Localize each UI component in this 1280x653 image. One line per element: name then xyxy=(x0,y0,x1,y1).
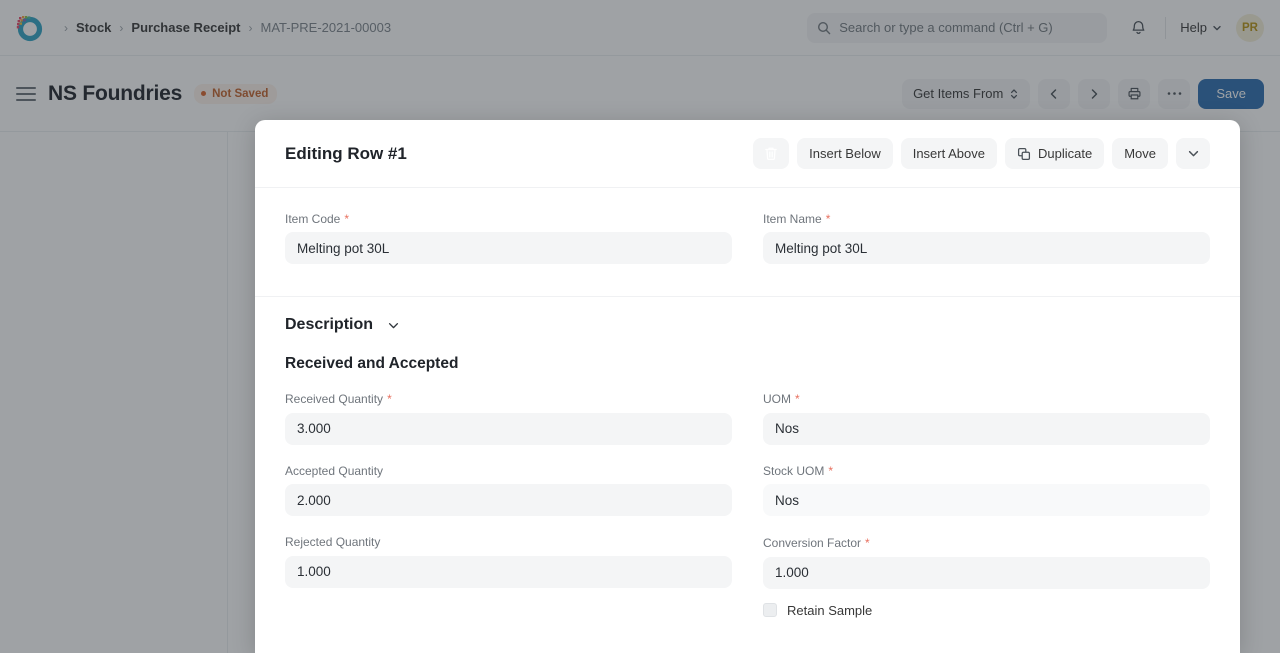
item-identity-row: Item Code * Melting pot 30L Item Name * … xyxy=(285,188,1210,265)
item-name-label-text: Item Name xyxy=(763,212,822,226)
required-asterisk: * xyxy=(828,463,834,478)
received-and-accepted-title: Received and Accepted xyxy=(285,355,459,373)
chevron-down-icon xyxy=(387,319,400,332)
modal-body: Item Code * Melting pot 30L Item Name * … xyxy=(255,188,1240,618)
duplicate-button[interactable]: Duplicate xyxy=(1005,138,1105,169)
received-quantity-label: Received Quantity * xyxy=(285,392,732,406)
duplicate-label: Duplicate xyxy=(1038,146,1093,161)
modal-title: Editing Row #1 xyxy=(285,143,407,163)
stock-uom-label: Stock UOM * xyxy=(763,464,1210,478)
received-quantity-field: Received Quantity * 3.000 xyxy=(285,392,732,445)
uom-label: UOM * xyxy=(763,392,1210,406)
retain-sample-row[interactable]: Retain Sample xyxy=(763,603,1210,618)
rejected-quantity-input[interactable]: 1.000 xyxy=(285,555,732,588)
accepted-quantity-label-text: Accepted Quantity xyxy=(285,463,384,478)
item-code-input[interactable]: Melting pot 30L xyxy=(285,232,732,265)
item-name-label: Item Name * xyxy=(763,212,1210,226)
conversion-factor-label: Conversion Factor * xyxy=(763,536,1210,550)
stock-uom-field: Stock UOM * Nos xyxy=(763,464,1210,517)
insert-below-button[interactable]: Insert Below xyxy=(797,138,893,169)
move-button[interactable]: Move xyxy=(1112,138,1168,169)
rejected-quantity-label: Rejected Quantity xyxy=(285,535,732,549)
item-code-field: Item Code * Melting pot 30L xyxy=(285,212,732,265)
insert-above-button[interactable]: Insert Above xyxy=(900,138,997,169)
item-name-field: Item Name * Melting pot 30L xyxy=(763,212,1210,265)
accepted-quantity-label: Accepted Quantity xyxy=(285,464,732,478)
conversion-factor-input[interactable]: 1.000 xyxy=(763,556,1210,589)
item-code-label: Item Code * xyxy=(285,212,732,226)
copy-icon xyxy=(1017,147,1031,161)
modal-header: Editing Row #1 Insert Below Insert Above xyxy=(255,120,1240,188)
stock-uom-label-text: Stock UOM xyxy=(763,463,825,478)
item-name-input[interactable]: Melting pot 30L xyxy=(763,232,1210,265)
conversion-factor-label-text: Conversion Factor xyxy=(763,536,862,551)
conversion-factor-field: Conversion Factor * 1.000 Retain Sample xyxy=(763,535,1210,618)
received-quantity-label-text: Received Quantity xyxy=(285,392,384,407)
uom-field: UOM * Nos xyxy=(763,392,1210,445)
required-asterisk: * xyxy=(344,212,350,226)
uom-input[interactable]: Nos xyxy=(763,412,1210,445)
accepted-quantity-field: Accepted Quantity 2.000 xyxy=(285,464,732,517)
rejected-quantity-field: Rejected Quantity 1.000 xyxy=(285,535,732,617)
quantities-row-2: Accepted Quantity 2.000 Stock UOM * Nos xyxy=(285,464,1210,517)
quantities-row-1: Received Quantity * 3.000 UOM * Nos xyxy=(285,392,1210,445)
required-asterisk: * xyxy=(865,536,870,551)
chevron-down-icon xyxy=(1187,147,1200,160)
received-quantity-input[interactable]: 3.000 xyxy=(285,412,732,445)
delete-row-button[interactable] xyxy=(753,138,790,169)
edit-row-modal: Editing Row #1 Insert Below Insert Above xyxy=(255,120,1240,653)
expand-row-button[interactable] xyxy=(1176,138,1210,169)
stock-uom-input[interactable]: Nos xyxy=(763,484,1210,517)
required-asterisk: * xyxy=(387,392,392,407)
description-section-title: Description xyxy=(285,316,374,334)
item-code-label-text: Item Code xyxy=(285,212,341,226)
required-asterisk: * xyxy=(795,392,800,407)
retain-sample-checkbox[interactable] xyxy=(763,603,777,618)
required-asterisk: * xyxy=(825,212,831,226)
rejected-quantity-label-text: Rejected Quantity xyxy=(285,535,381,550)
quantities-row-3: Rejected Quantity 1.000 Conversion Facto… xyxy=(285,535,1210,618)
retain-sample-label: Retain Sample xyxy=(787,602,873,618)
accepted-quantity-input[interactable]: 2.000 xyxy=(285,484,732,517)
description-section-toggle[interactable]: Description xyxy=(285,297,1210,353)
trash-icon xyxy=(764,146,778,161)
modal-action-buttons: Insert Below Insert Above Duplicate Move xyxy=(753,138,1210,169)
uom-label-text: UOM xyxy=(763,392,791,407)
